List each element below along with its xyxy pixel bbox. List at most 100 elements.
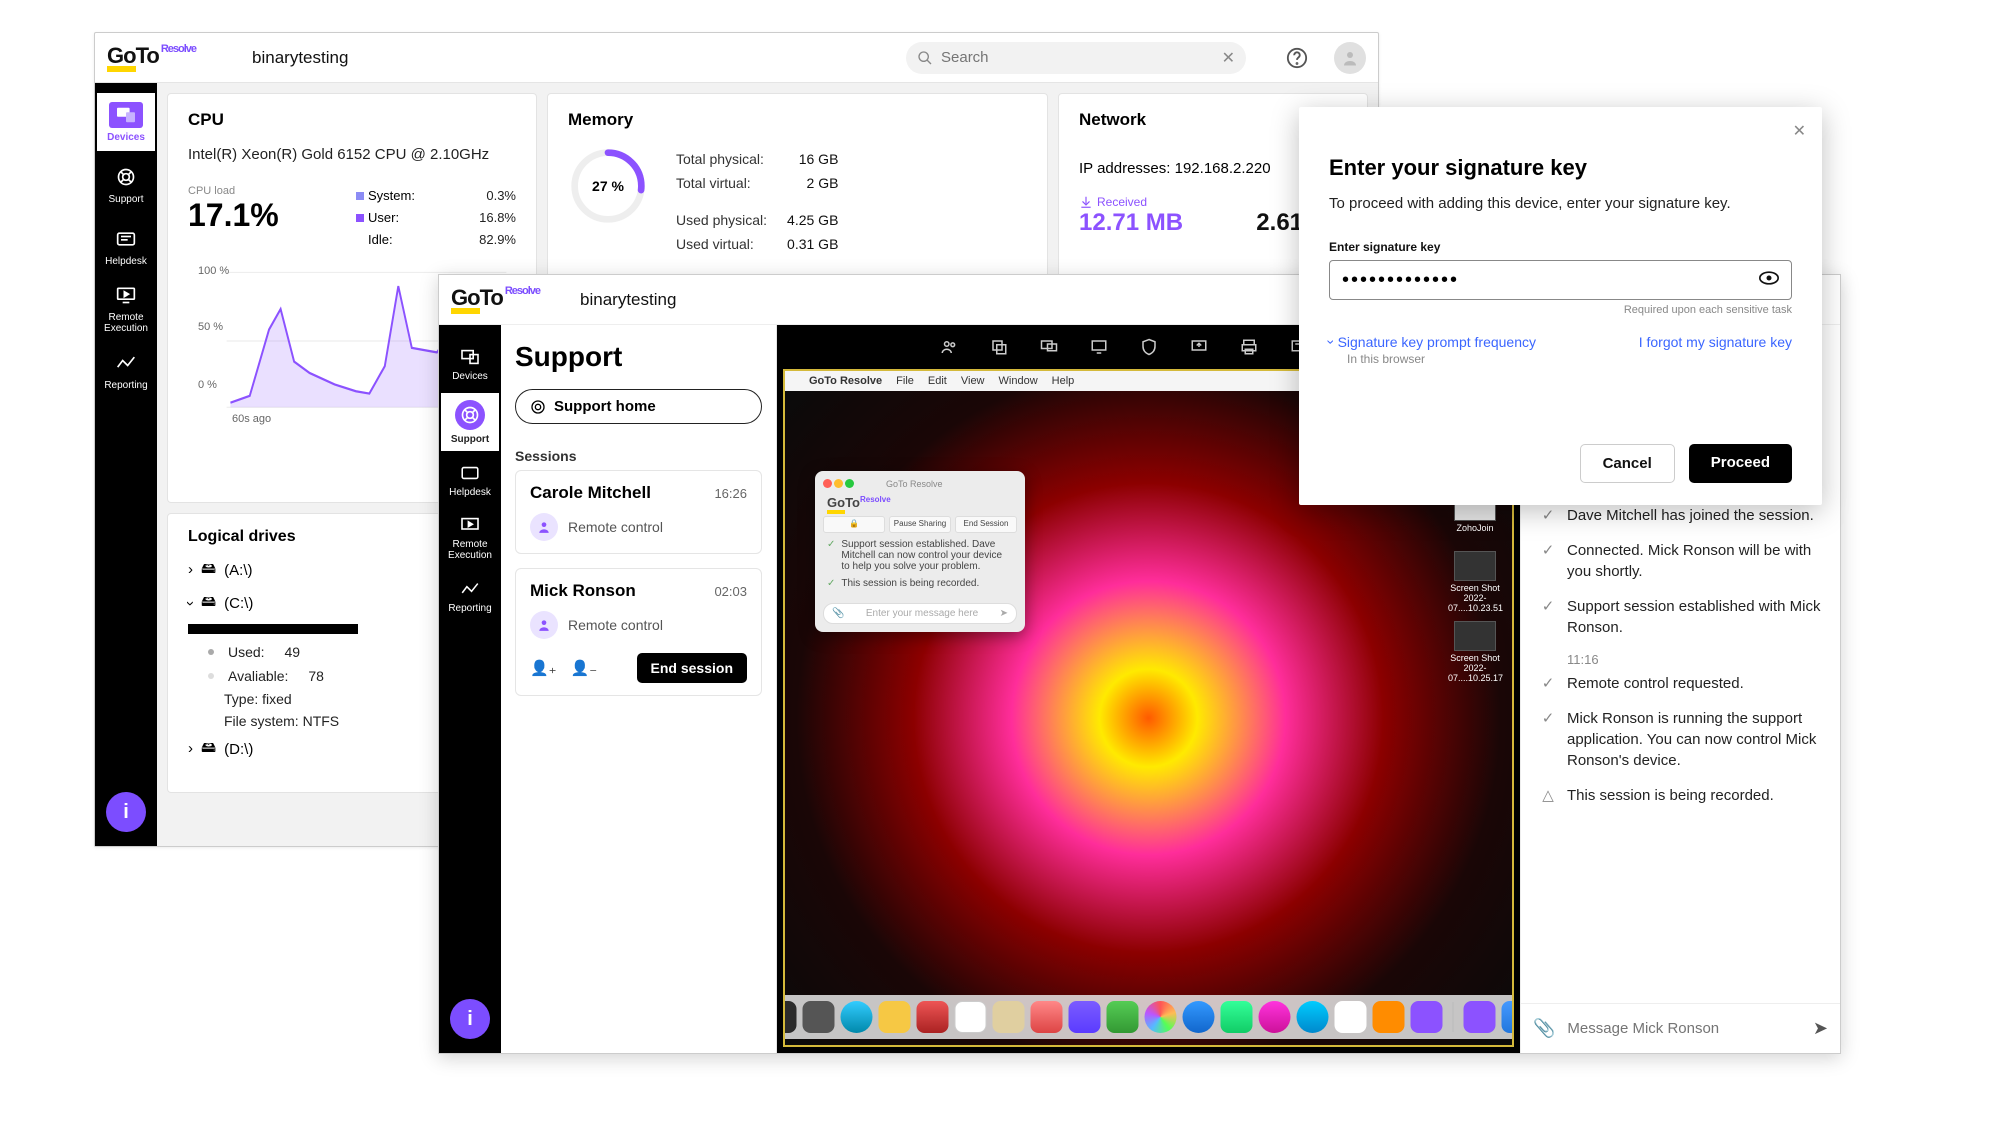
freq-sublabel: In this browser [1347, 352, 1792, 366]
popup-tab-lock[interactable]: 🔒 [823, 516, 885, 533]
chat-event: ✓Remote control requested. [1539, 673, 1822, 694]
session-name: Carole Mitchell [530, 483, 651, 503]
sidebar-item-support[interactable]: Support [441, 393, 499, 451]
sidebar-item-remote-exec[interactable]: Remote Execution [441, 509, 499, 567]
button-label: Support home [554, 398, 656, 415]
chat-input[interactable] [1567, 1020, 1800, 1037]
memory-table: Total physical:16 GB Total virtual:2 GB … [674, 146, 840, 258]
screen-share-icon[interactable] [1188, 336, 1210, 358]
card-title: CPU [188, 110, 516, 130]
signature-key-field[interactable] [1329, 260, 1792, 300]
sidebar-item-remote-exec[interactable]: Remote Execution [97, 279, 155, 337]
sidebar-item-label: Reporting [104, 380, 147, 391]
mem-key: Used virtual: [676, 233, 785, 255]
monitors-icon[interactable] [1038, 336, 1060, 358]
monitor-play-icon [109, 282, 143, 308]
sidebar-item-devices[interactable]: Devices [97, 93, 155, 151]
cancel-button[interactable]: Cancel [1580, 444, 1675, 483]
chat-event: ✓Dave Mitchell has joined the session. [1539, 505, 1822, 526]
signature-key-input[interactable] [1342, 269, 1759, 292]
logo-go: Go [107, 47, 136, 73]
devices-icon [109, 102, 143, 128]
menu-item[interactable]: GoTo Resolve [809, 375, 882, 387]
mem-key: Used physical: [676, 209, 785, 231]
add-user-icon[interactable]: 👤₊ [530, 659, 557, 677]
session-sub: Remote control [568, 617, 663, 633]
drive-label: (D:\) [224, 741, 253, 758]
chart-xlabel: 60s ago [232, 413, 271, 425]
menu-item[interactable]: Edit [928, 375, 947, 387]
info-button[interactable]: i [106, 792, 146, 832]
drive-label: (C:\) [224, 595, 253, 612]
menu-item[interactable]: Help [1052, 375, 1075, 387]
sidebar-item-reporting[interactable]: Reporting [441, 567, 499, 625]
freq-link[interactable]: › Signature key prompt frequency [1329, 334, 1536, 350]
popup-tab-end[interactable]: End Session [955, 516, 1017, 533]
sidebar-item-helpdesk[interactable]: Helpdesk [441, 451, 499, 509]
chart-line-icon [456, 579, 484, 599]
chat-timestamp: 11:16 [1567, 652, 1822, 667]
popup-tab-pause[interactable]: Pause Sharing [889, 516, 951, 533]
sidebar-item-support[interactable]: Support [97, 155, 155, 213]
shield-icon[interactable] [1138, 336, 1160, 358]
mac-dock[interactable] [783, 995, 1514, 1039]
menu-item[interactable]: File [896, 375, 914, 387]
sidebar-item-reporting[interactable]: Reporting [97, 341, 155, 399]
search-field[interactable]: ✕ [906, 42, 1246, 74]
eye-icon[interactable] [1759, 271, 1779, 290]
display-icon[interactable] [1088, 336, 1110, 358]
sidebar-item-label: Helpdesk [105, 256, 147, 267]
breadcrumb[interactable]: binarytesting [580, 290, 676, 310]
topbar-back: GoToResolve binarytesting ✕ [95, 33, 1378, 83]
close-icon[interactable]: ✕ [1793, 121, 1806, 141]
mem-key: Total physical: [676, 148, 785, 170]
field-hint: Required upon each sensitive task [1329, 304, 1792, 316]
dialog-text: To proceed with adding this device, ente… [1329, 195, 1792, 212]
download-icon [1079, 195, 1093, 209]
chat-input-row: 📎 ➤ [1521, 1003, 1840, 1053]
logo: GoToResolve [451, 285, 540, 315]
help-icon[interactable] [1282, 43, 1312, 73]
popup-input[interactable]: 📎Enter your message here➤ [823, 603, 1017, 624]
devices-icon [456, 347, 484, 367]
signature-key-dialog: ✕ Enter your signature key To proceed wi… [1299, 107, 1822, 505]
desktop-file[interactable]: Screen Shot2022-07....10.23.51 [1448, 551, 1502, 613]
chat-event: ✓Connected. Mick Ronson will be with you… [1539, 540, 1822, 582]
forgot-link[interactable]: I forgot my signature key [1639, 334, 1792, 350]
support-home-button[interactable]: Support home [515, 389, 762, 424]
desktop-file[interactable]: Screen Shot2022-07....10.25.17 [1448, 621, 1502, 683]
logo: GoToResolve [107, 43, 196, 73]
proceed-button[interactable]: Proceed [1689, 444, 1792, 483]
breadcrumb[interactable]: binarytesting [252, 48, 348, 68]
copy-icon[interactable] [988, 336, 1010, 358]
info-button[interactable]: i [450, 999, 490, 1039]
check-icon: ✓ [1539, 708, 1557, 771]
avatar[interactable] [1334, 42, 1366, 74]
session-name: Mick Ronson [530, 581, 636, 601]
clear-icon[interactable]: ✕ [1222, 48, 1235, 68]
legend-value: 16.8% [479, 207, 516, 229]
sidebar-item-label: Support [108, 194, 143, 205]
mem-val: 0.31 GB [787, 233, 838, 255]
remove-user-icon[interactable]: 👤₋ [571, 659, 598, 677]
sidebar-item-helpdesk[interactable]: Helpdesk [97, 217, 155, 275]
printer-icon[interactable] [1238, 336, 1260, 358]
end-session-button[interactable]: End session [637, 653, 747, 683]
donut-label: 27 % [568, 146, 648, 226]
received-label: Received [1097, 195, 1147, 209]
attach-icon[interactable]: 📎 [1533, 1018, 1555, 1039]
legend-label: System: [368, 188, 415, 203]
session-card-active[interactable]: Mick Ronson 02:03 Remote control 👤₊ 👤₋ E… [515, 568, 762, 696]
people-icon[interactable] [938, 336, 960, 358]
search-input[interactable] [941, 49, 1214, 66]
session-card[interactable]: Carole Mitchell 16:26 Remote control [515, 470, 762, 554]
sidebar-item-devices[interactable]: Devices [441, 335, 499, 393]
send-icon[interactable]: ➤ [1813, 1018, 1828, 1039]
popup-line: Support session established. Dave Mitche… [841, 539, 1013, 572]
check-icon: ✓ [1539, 540, 1557, 582]
avatar-icon [530, 513, 558, 541]
sidebar: Devices Support Helpdesk Remote Executio… [439, 325, 501, 1053]
sidebar-item-label: Remote Execution [441, 539, 499, 561]
menu-item[interactable]: Window [999, 375, 1038, 387]
menu-item[interactable]: View [961, 375, 985, 387]
